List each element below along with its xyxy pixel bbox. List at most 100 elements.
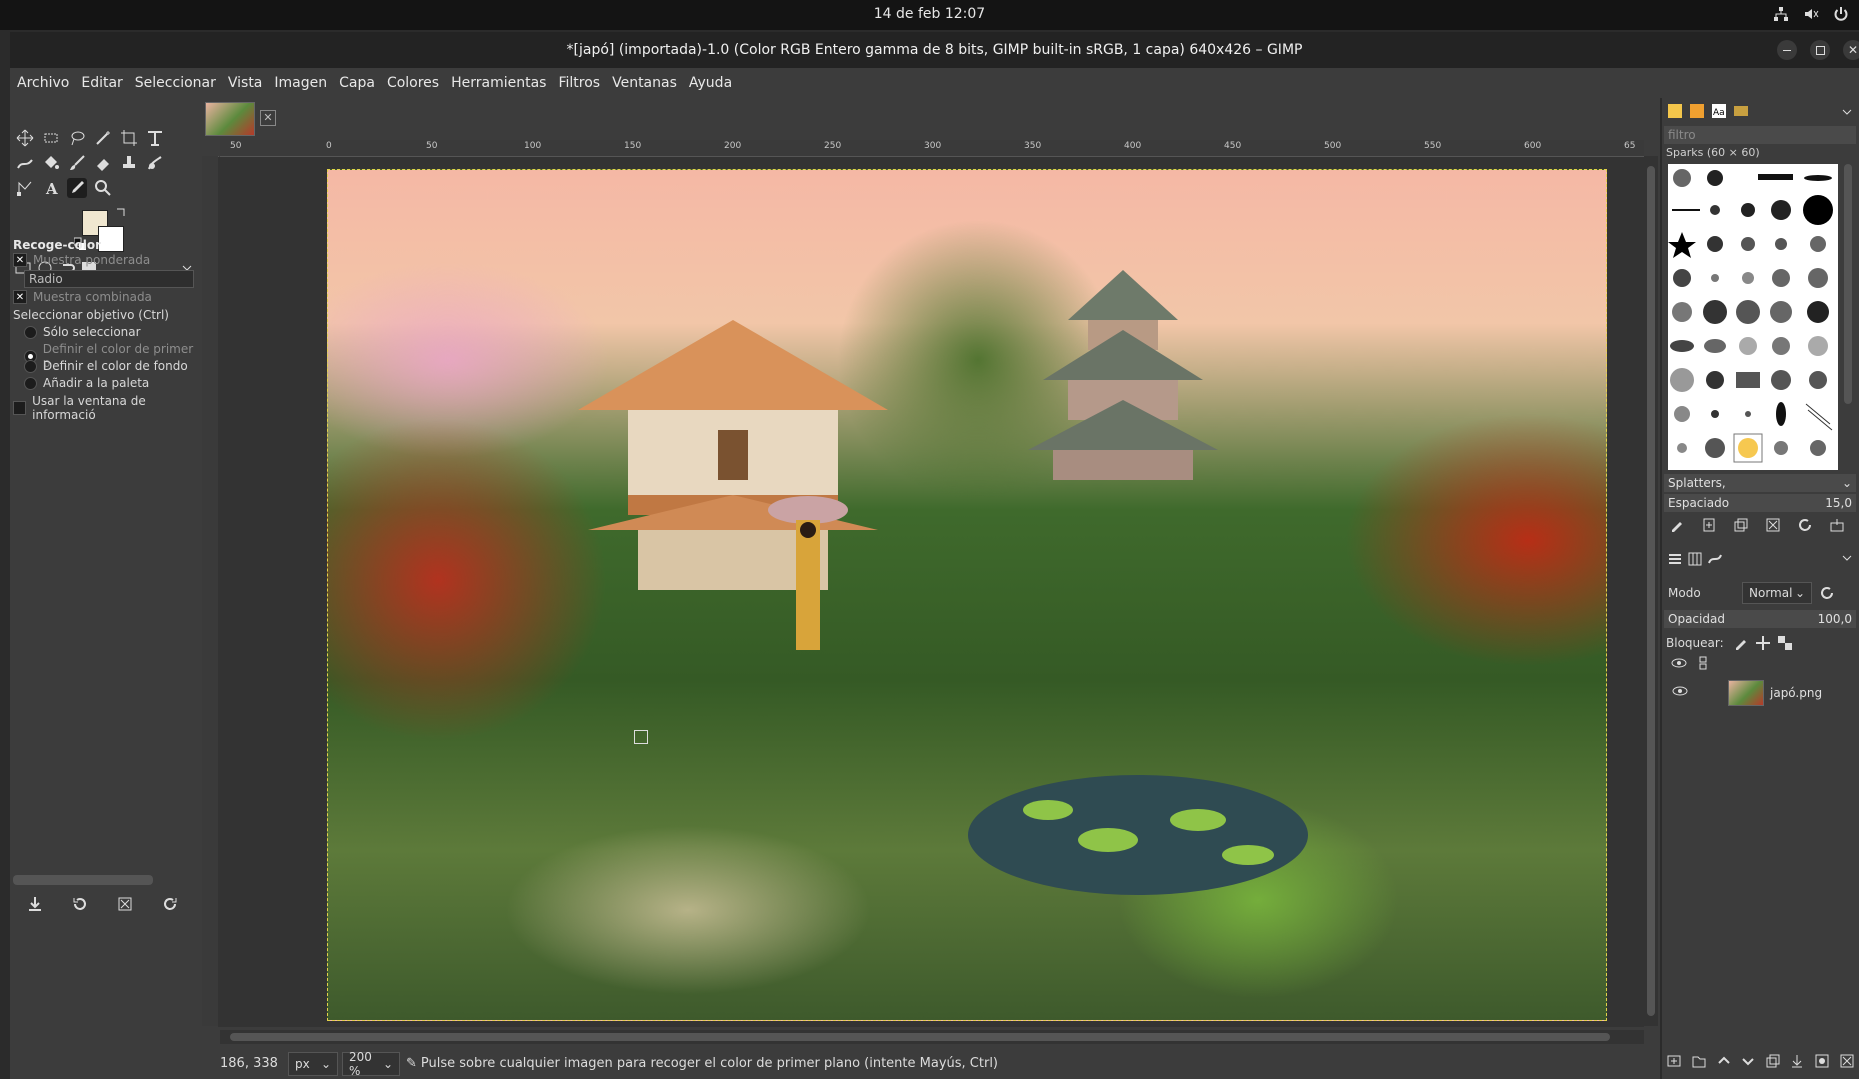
reset-tool-options-icon[interactable] — [160, 894, 180, 914]
layer-row[interactable]: japó.png — [1664, 678, 1856, 708]
menu-vista[interactable]: Vista — [228, 75, 263, 91]
rect-select-tool-icon[interactable] — [41, 128, 61, 148]
smudge-tool-icon[interactable] — [145, 153, 165, 173]
channels-tab-icon[interactable] — [1686, 550, 1704, 568]
layers-tab-icon[interactable] — [1666, 550, 1684, 568]
network-icon[interactable] — [1773, 6, 1789, 22]
scrollbar-thumb[interactable] — [230, 1033, 1610, 1041]
scrollbar-thumb[interactable] — [1647, 166, 1655, 1016]
menu-ventanas[interactable]: Ventanas — [612, 75, 677, 91]
close-image-tab-icon[interactable]: ✕ — [260, 110, 276, 126]
menu-colores[interactable]: Colores — [387, 75, 439, 91]
target-add-palette[interactable]: Añadir a la paleta — [24, 376, 149, 390]
use-info-window-option[interactable]: Usar la ventana de informació — [13, 394, 200, 422]
unified-transform-tool-icon[interactable] — [145, 128, 165, 148]
restore-tool-preset-icon[interactable] — [70, 894, 90, 914]
menu-filtros[interactable]: Filtros — [558, 75, 600, 91]
brush-grid-scrollbar[interactable] — [1844, 164, 1852, 404]
delete-layer-icon[interactable] — [1839, 1053, 1855, 1073]
brushes-grid[interactable] — [1668, 164, 1838, 470]
menu-imagen[interactable]: Imagen — [274, 75, 327, 91]
sample-merged-option[interactable]: ✕ Muestra combinada — [13, 290, 152, 304]
close-window-button[interactable]: ✕ — [1843, 40, 1859, 60]
mode-reset-icon[interactable] — [1818, 584, 1836, 602]
new-layer-group-icon[interactable] — [1691, 1053, 1707, 1073]
brush-thumbnails[interactable] — [1668, 164, 1838, 470]
image-canvas[interactable] — [327, 169, 1607, 1021]
volume-icon[interactable] — [1803, 6, 1819, 22]
edit-brush-icon[interactable] — [1668, 516, 1686, 534]
menu-capa[interactable]: Capa — [339, 75, 375, 91]
target-set-background[interactable]: Definir el color de fondo — [24, 359, 188, 373]
color-picker-tool-icon[interactable] — [67, 178, 87, 198]
new-brush-icon[interactable] — [1700, 516, 1718, 534]
raise-layer-icon[interactable] — [1716, 1053, 1732, 1073]
fuzzy-select-tool-icon[interactable] — [93, 128, 113, 148]
delete-tool-preset-icon[interactable] — [115, 894, 135, 914]
gradients-tab-icon[interactable] — [1732, 102, 1750, 120]
horizontal-ruler[interactable]: 50 0 50 100 150 200 250 300 350 400 450 … — [220, 140, 1644, 157]
delete-brush-icon[interactable] — [1764, 516, 1782, 534]
clone-tool-icon[interactable] — [119, 153, 139, 173]
maximize-button[interactable] — [1810, 40, 1830, 60]
new-layer-icon[interactable] — [1666, 1053, 1682, 1073]
zoom-selector[interactable]: 200 % ⌄ — [342, 1050, 400, 1078]
paths-tab-icon[interactable] — [1706, 550, 1724, 568]
layer-mode-selector[interactable]: Normal ⌄ — [1742, 582, 1812, 604]
vertical-ruler[interactable] — [202, 156, 219, 1026]
menu-ayuda[interactable]: Ayuda — [689, 75, 732, 91]
image-tab-thumbnail[interactable] — [205, 102, 255, 136]
brushes-tab-icon[interactable] — [1666, 102, 1684, 120]
lock-position-icon[interactable] — [1754, 634, 1772, 652]
sample-average-option[interactable]: ✕ Muestra ponderada — [13, 253, 150, 267]
merge-down-icon[interactable] — [1789, 1053, 1805, 1073]
dock-menu-icon[interactable] — [1840, 104, 1854, 118]
save-tool-preset-icon[interactable] — [25, 894, 45, 914]
bucket-fill-tool-icon[interactable] — [41, 153, 61, 173]
brush-tag-input[interactable]: Splatters, ⌄ — [1664, 474, 1856, 492]
fonts-tab-icon[interactable]: Aa — [1710, 102, 1728, 120]
system-clock[interactable]: 14 de feb 12:07 — [0, 6, 1859, 22]
text-tool-icon[interactable]: A — [41, 178, 61, 198]
menu-archivo[interactable]: Archivo — [17, 75, 69, 91]
menu-seleccionar[interactable]: Seleccionar — [135, 75, 216, 91]
background-color-swatch[interactable] — [98, 226, 124, 252]
layer-visibility-eye-icon[interactable] — [1672, 683, 1688, 703]
vertical-scrollbar[interactable] — [1644, 156, 1658, 1026]
radius-field[interactable]: Radio — [24, 270, 194, 288]
duplicate-brush-icon[interactable] — [1732, 516, 1750, 534]
canvas-viewport[interactable] — [218, 157, 1644, 1027]
warp-transform-tool-icon[interactable] — [15, 153, 35, 173]
layers-dock-menu-icon[interactable] — [1840, 550, 1854, 564]
target-pick-only[interactable]: Sólo seleccionar — [24, 325, 141, 339]
lock-alpha-icon[interactable] — [1776, 634, 1794, 652]
swap-colors-icon[interactable] — [114, 206, 128, 220]
menu-herramientas[interactable]: Herramientas — [451, 75, 546, 91]
horizontal-scrollbar[interactable] — [220, 1030, 1644, 1044]
layer-opacity-slider[interactable]: Opacidad 100,0 — [1664, 610, 1856, 628]
crop-tool-icon[interactable] — [119, 128, 139, 148]
brush-filter-input[interactable]: filtro — [1664, 126, 1856, 144]
lock-pixels-icon[interactable] — [1732, 634, 1750, 652]
refresh-brushes-icon[interactable] — [1796, 516, 1814, 534]
lower-layer-icon[interactable] — [1740, 1053, 1756, 1073]
duplicate-layer-icon[interactable] — [1765, 1053, 1781, 1073]
open-brush-as-image-icon[interactable] — [1828, 516, 1846, 534]
geisha-with-umbrella-illustration — [768, 496, 848, 650]
eraser-tool-icon[interactable] — [93, 153, 113, 173]
lasso-tool-icon[interactable] — [67, 128, 87, 148]
patterns-tab-icon[interactable] — [1688, 102, 1706, 120]
menu-editar[interactable]: Editar — [81, 75, 122, 91]
layer-name[interactable]: japó.png — [1770, 686, 1822, 700]
zoom-tool-icon[interactable] — [93, 178, 113, 198]
paintbrush-tool-icon[interactable] — [67, 153, 87, 173]
toolbox-scrollbar[interactable] — [13, 875, 153, 885]
add-mask-icon[interactable] — [1814, 1053, 1830, 1073]
brush-spacing-slider[interactable]: Espaciado 15,0 — [1664, 494, 1856, 512]
minimize-button[interactable] — [1777, 40, 1797, 60]
move-tool-icon[interactable] — [15, 128, 35, 148]
power-icon[interactable] — [1833, 6, 1849, 22]
paths-tool-icon[interactable] — [15, 178, 35, 198]
unit-selector[interactable]: px ⌄ — [288, 1051, 338, 1076]
layer-thumbnail[interactable] — [1728, 680, 1764, 706]
